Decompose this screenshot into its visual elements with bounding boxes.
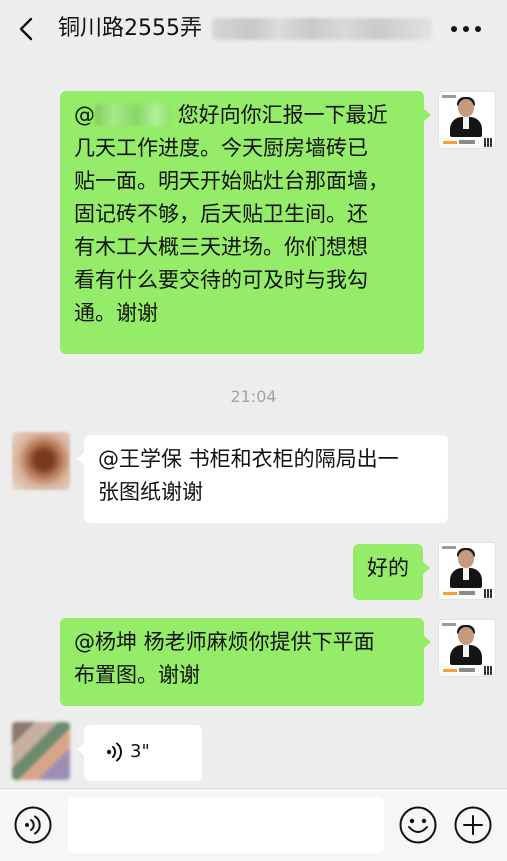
avatar[interactable] (438, 91, 496, 149)
avatar[interactable] (12, 432, 70, 490)
message-bubble-sent[interactable]: @杨坤 杨老师麻烦你提供下平面 布置图。谢谢 (60, 618, 431, 706)
avatar[interactable] (438, 542, 496, 600)
mention-text: @ (74, 103, 95, 127)
smiley-icon[interactable] (398, 805, 438, 845)
avatar[interactable] (12, 722, 70, 780)
voice-message-bubble[interactable]: 3" (77, 725, 202, 781)
message-input[interactable] (68, 797, 384, 853)
message-text: 固记砖不够，后天贴卫生间。还 (74, 202, 368, 226)
message-bubble-sent[interactable]: @ 您好向你汇报一下最近 几天工作进度。今天厨房墙砖已 贴一面。明天开始贴灶台那… (60, 91, 431, 354)
voice-wave-icon (106, 742, 123, 762)
chat-title-blurred (212, 18, 432, 40)
message-text: 贴一面。明天开始贴灶台那面墙， (74, 169, 389, 193)
chevron-left-icon[interactable] (14, 16, 40, 42)
timestamp: 21:04 (230, 387, 277, 406)
voice-duration: 3" (130, 741, 150, 762)
message-text: 张图纸谢谢 (98, 480, 203, 504)
message-bubble-sent[interactable]: 好的 (353, 544, 430, 600)
message-text: @王学保 书柜和衣柜的隔局出一 (98, 447, 399, 471)
message-text: 几天工作进度。今天厨房墙砖已 (74, 136, 368, 160)
input-bar (0, 788, 507, 861)
message-list[interactable]: @ 您好向你汇报一下最近 几天工作进度。今天厨房墙砖已 贴一面。明天开始贴灶台那… (0, 58, 507, 788)
ellipsis-icon[interactable] (450, 24, 482, 34)
message-text: @杨坤 杨老师麻烦你提供下平面 (74, 630, 375, 654)
message-text: 通。谢谢 (74, 301, 158, 325)
message-bubble-received[interactable]: @王学保 书柜和衣柜的隔局出一 张图纸谢谢 (77, 435, 448, 523)
chat-header: 铜川路2555弄 (0, 0, 507, 58)
message-text: 有木工大概三天进场。你们想想 (74, 235, 368, 259)
voice-input-icon[interactable] (13, 805, 53, 845)
avatar[interactable] (438, 619, 496, 677)
message-text: 好的 (367, 556, 409, 580)
chat-title: 铜川路2555弄 (58, 16, 202, 41)
mention-name-blurred (95, 104, 171, 126)
message-text: 布置图。谢谢 (74, 663, 200, 687)
message-text: 看有什么要交待的可及时与我勾 (74, 268, 368, 292)
message-text: 您好向你汇报一下最近 (177, 103, 388, 127)
plus-circle-icon[interactable] (453, 805, 493, 845)
